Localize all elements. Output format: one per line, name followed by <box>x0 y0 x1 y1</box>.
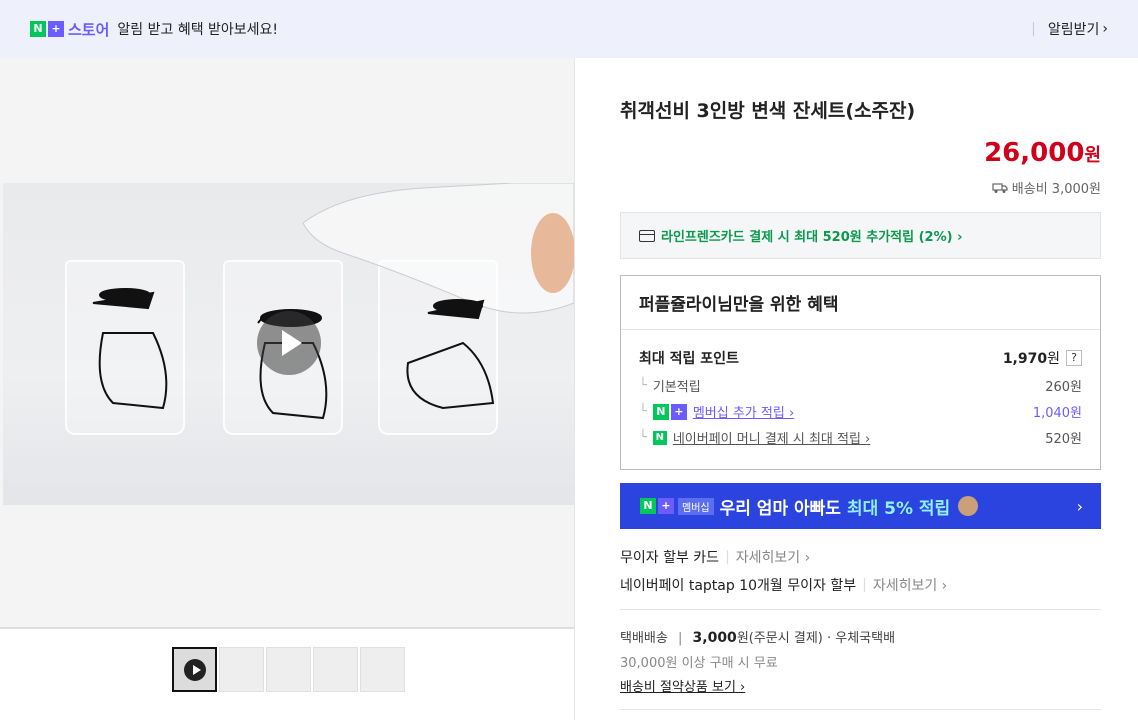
shipping-fee-text: 배송비 3,000원 <box>1011 182 1101 197</box>
promo-text: 우리 엄마 아빠도 <box>719 498 841 519</box>
nplus-store-logo: N + 스토어 <box>30 19 109 40</box>
product-video-preview[interactable] <box>3 183 574 505</box>
member-benefit-box: 퍼플쥴라이님만을 위한 혜택 최대 적립 포인트 1,970원 ? └ 기본적립… <box>620 275 1101 470</box>
coin-icon <box>958 496 979 516</box>
section-divider <box>620 709 1101 710</box>
thumbnail-strip <box>172 647 405 692</box>
price-currency: 원 <box>1084 145 1101 166</box>
benefit-header: 퍼플쥴라이님만을 위한 혜택 <box>621 276 1100 330</box>
free-shipping-condition: 30,000원 이상 구매 시 무료 <box>620 656 778 671</box>
media-divider <box>0 627 574 629</box>
tree-branch-icon: └ <box>639 378 647 393</box>
divider: | <box>725 549 730 565</box>
thumbnail-image-2[interactable] <box>266 647 311 692</box>
max-points-unit: 원 <box>1047 351 1060 367</box>
membership-promo-banner[interactable]: N + 멤버십 우리 엄마 아빠도 최대 5% 적립 › <box>620 483 1101 529</box>
product-media-area <box>0 58 574 629</box>
truck-icon <box>992 182 1008 193</box>
membership-tag: 멤버십 <box>678 497 714 515</box>
shipping-saving-link[interactable]: 배송비 절약상품 보기 › <box>620 676 745 695</box>
benefit-row-value: 1,040원 <box>1032 406 1082 421</box>
n-badge-icon: N <box>652 403 669 420</box>
plus-badge: + <box>48 21 64 37</box>
chevron-right-icon: › <box>1102 21 1108 37</box>
benefit-row-npay[interactable]: └ N 네이버페이 머니 결제 시 최대 적립 › 520원 <box>639 428 1082 447</box>
section-divider <box>620 609 1101 610</box>
top-notification-bar: N + 스토어 알림 받고 혜택 받아보세요! | 알림받기 › <box>0 0 1138 58</box>
max-points-number: 1,970 <box>1002 351 1048 367</box>
divider: | <box>1031 21 1036 37</box>
delivery-fee-note: 원(주문시 결제) <box>736 631 823 646</box>
credit-card-icon <box>639 229 655 242</box>
card-installment-row: 무이자 할부 카드 | 자세히보기 › <box>620 547 810 567</box>
benefit-row-value: 260원 <box>1045 380 1082 395</box>
benefit-row-basic: └ 기본적립 260원 <box>639 376 1082 395</box>
card-benefit-banner[interactable]: 라인프렌즈카드 결제 시 최대 520원 추가적립 (2%) › <box>620 212 1101 259</box>
tree-branch-icon: └ <box>639 430 647 445</box>
delivery-fee: 3,000 <box>692 630 737 646</box>
card-installment-label: 무이자 할부 카드 <box>620 550 720 566</box>
chevron-right-icon: › <box>1076 496 1083 516</box>
notification-message: 알림 받고 혜택 받아보세요! <box>117 22 279 38</box>
product-price: 26,000원 <box>984 138 1101 168</box>
play-icon[interactable] <box>257 311 321 375</box>
max-points-label: 최대 적립 포인트 <box>639 351 739 367</box>
max-points-row: 최대 적립 포인트 1,970원 ? <box>639 348 1082 368</box>
card-benefit-text: 라인프렌즈카드 결제 시 최대 520원 추가적립 (2%) › <box>661 230 963 245</box>
delivery-info-row: 택배배송 | 3,000원(주문시 결제) · 우체국택배 <box>620 627 895 646</box>
promo-highlight: 최대 5% 적립 <box>846 498 951 519</box>
tree-branch-icon: └ <box>639 404 647 419</box>
shipping-fee: 배송비 3,000원 <box>992 178 1101 197</box>
n-badge: N <box>30 21 46 37</box>
subscribe-alert-label: 알림받기 <box>1047 22 1100 38</box>
naver-pay-icon: N <box>652 430 667 445</box>
delivery-carrier: · 우체국택배 <box>827 631 896 646</box>
benefit-row-label: 기본적립 <box>652 380 701 395</box>
plus-badge-icon: + <box>658 498 674 514</box>
subscribe-alert-link[interactable]: | 알림받기 › <box>1031 19 1108 39</box>
thumbnail-video[interactable] <box>172 647 217 692</box>
divider: | <box>862 577 867 593</box>
column-divider <box>574 58 575 720</box>
plus-badge-icon: + <box>670 403 687 420</box>
benefit-row-value: 520원 <box>1045 432 1082 447</box>
benefit-row-membership[interactable]: └ N + 멤버십 추가 적립 › 1,040원 <box>639 402 1082 421</box>
n-badge-icon: N <box>640 498 656 514</box>
npay-installment-more-link[interactable]: 자세히보기 › <box>873 575 947 595</box>
membership-points-link[interactable]: 멤버십 추가 적립 › <box>693 402 794 421</box>
delivery-type: 택배배송 <box>620 631 668 646</box>
npay-installment-row: 네이버페이 taptap 10개월 무이자 할부 | 자세히보기 › <box>620 575 947 595</box>
npay-points-link[interactable]: 네이버페이 머니 결제 시 최대 적립 › <box>673 428 870 447</box>
thumbnail-image-4[interactable] <box>360 647 405 692</box>
thumbnail-image-3[interactable] <box>313 647 358 692</box>
npay-installment-label: 네이버페이 taptap 10개월 무이자 할부 <box>620 578 857 594</box>
product-title: 취객선비 3인방 변색 잔세트(소주잔) <box>620 100 916 122</box>
help-icon[interactable]: ? <box>1066 350 1082 366</box>
store-brand: 스토어 <box>68 20 110 39</box>
divider: | <box>677 631 683 646</box>
card-installment-more-link[interactable]: 자세히보기 › <box>736 547 810 567</box>
max-points-value: 1,970원 <box>1003 348 1060 368</box>
thumbnail-image-1[interactable] <box>219 647 264 692</box>
price-value: 26,000 <box>984 138 1085 168</box>
